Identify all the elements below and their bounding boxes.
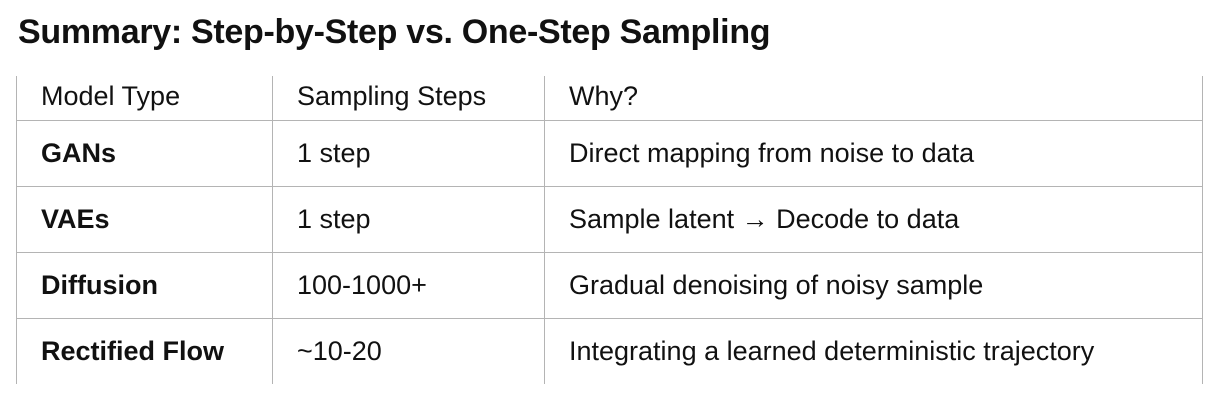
column-header-model-type: Model Type: [16, 76, 273, 121]
column-header-why: Why?: [544, 76, 1203, 121]
page-title: Summary: Step-by-Step vs. One-Step Sampl…: [18, 13, 771, 51]
comparison-table-container: Model Type Sampling Steps Why? GANs 1 st…: [16, 76, 1203, 384]
why-cell: Gradual denoising of noisy sample: [544, 252, 1203, 319]
sampling-steps-cell: 100-1000+: [272, 252, 545, 319]
table-row: GANs 1 step Direct mapping from noise to…: [16, 120, 1203, 187]
table-header-row: Model Type Sampling Steps Why?: [16, 76, 1203, 121]
model-type-cell: Rectified Flow: [16, 318, 273, 384]
why-cell: Sample latent → Decode to data: [544, 186, 1203, 253]
model-type-cell: GANs: [16, 120, 273, 187]
comparison-table: Model Type Sampling Steps Why? GANs 1 st…: [16, 76, 1203, 384]
sampling-steps-cell: 1 step: [272, 186, 545, 253]
model-type-cell: Diffusion: [16, 252, 273, 319]
sampling-steps-cell: ~10-20: [272, 318, 545, 384]
sampling-steps-cell: 1 step: [272, 120, 545, 187]
table-row: Rectified Flow ~10-20 Integrating a lear…: [16, 318, 1203, 384]
model-type-cell: VAEs: [16, 186, 273, 253]
table-row: VAEs 1 step Sample latent → Decode to da…: [16, 186, 1203, 253]
why-cell: Direct mapping from noise to data: [544, 120, 1203, 187]
why-cell: Integrating a learned deterministic traj…: [544, 318, 1203, 384]
column-header-sampling-steps: Sampling Steps: [272, 76, 545, 121]
table-row: Diffusion 100-1000+ Gradual denoising of…: [16, 252, 1203, 319]
